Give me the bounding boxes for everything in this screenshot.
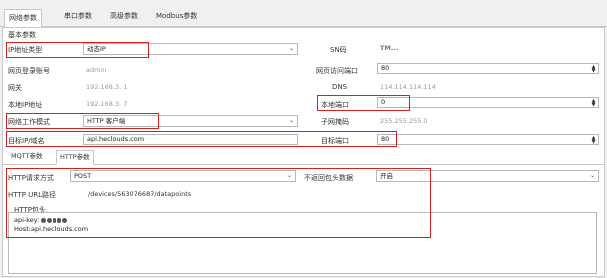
target-label: 目标IP/域名 bbox=[8, 137, 45, 145]
header-line-1: api-key: bbox=[14, 216, 40, 224]
chevron-down-icon: ⌄ bbox=[288, 117, 294, 124]
no-header-label: 不返回包头数据 bbox=[304, 174, 353, 182]
local-port-input[interactable]: 0 ▲ ▼ bbox=[377, 97, 599, 108]
target-port-value: 80 bbox=[381, 135, 390, 143]
subtab-bar: MQTT参数 HTTP参数 bbox=[2, 150, 605, 165]
tab-modbus[interactable]: Modbus参数 bbox=[152, 8, 201, 25]
redacted-mark bbox=[57, 217, 62, 223]
tab-mqtt[interactable]: MQTT参数 bbox=[8, 150, 46, 163]
subnet-label: 子网掩码 bbox=[321, 118, 349, 126]
redacted-mark bbox=[62, 217, 68, 223]
ip-type-select[interactable]: 动态IP ⌄ bbox=[83, 43, 298, 55]
group-title: 基本参数 bbox=[8, 31, 36, 39]
web-port-value: 80 bbox=[381, 64, 390, 72]
no-header-value: 开启 bbox=[380, 172, 393, 180]
gateway-value: 192.168.3. 1 bbox=[86, 83, 128, 91]
tab-advanced[interactable]: 高级参数 bbox=[106, 8, 142, 25]
chevron-down-icon: ⌄ bbox=[288, 45, 294, 52]
login-label: 网页登录账号 bbox=[8, 67, 50, 75]
redacted-mark bbox=[53, 217, 57, 223]
ip-type-label: IP地址类型 bbox=[8, 46, 43, 54]
web-port-label: 网页访问端口 bbox=[316, 67, 358, 75]
local-port-value: 0 bbox=[381, 98, 386, 106]
tab-bar: 网络参数 串口参数 高级参数 Modbus参数 bbox=[0, 8, 607, 28]
tab-serial[interactable]: 串口参数 bbox=[60, 8, 96, 25]
chevron-down-icon: ⌄ bbox=[286, 172, 292, 179]
dns-value: 114.114.114.114 bbox=[380, 83, 436, 91]
http-method-select[interactable]: POST ⌄ bbox=[70, 170, 296, 182]
web-port-input[interactable]: 80 ▲ ▼ bbox=[377, 63, 599, 74]
work-mode-select[interactable]: HTTP 客户端 ⌄ bbox=[83, 115, 298, 127]
sn-value: TM... bbox=[380, 44, 399, 52]
spinner-icon[interactable]: ▲ ▼ bbox=[591, 136, 596, 145]
local-port-label: 本地端口 bbox=[321, 101, 349, 109]
spinner-icon[interactable]: ▲ ▼ bbox=[591, 99, 596, 108]
http-url-label: HTTP URL路径 bbox=[8, 191, 57, 199]
no-header-select[interactable]: 开启 ⌄ bbox=[376, 170, 599, 182]
work-mode-label: 网络工作模式 bbox=[8, 118, 50, 126]
tab-http[interactable]: HTTP参数 bbox=[56, 150, 94, 165]
target-port-label: 目标端口 bbox=[321, 137, 349, 145]
redacted-mark bbox=[47, 217, 53, 223]
target-port-input[interactable]: 80 ▲ ▼ bbox=[377, 134, 599, 145]
spinner-icon[interactable]: ▲ ▼ bbox=[591, 65, 596, 74]
redacted-mark bbox=[41, 217, 47, 223]
chevron-down-icon: ⌄ bbox=[589, 172, 595, 179]
http-url-input[interactable]: /devices/563076687/datapoints bbox=[88, 190, 191, 198]
work-mode-value: HTTP 客户端 bbox=[87, 117, 126, 125]
target-input[interactable]: api.heclouds.com bbox=[83, 134, 298, 145]
sn-label: SN码 bbox=[330, 46, 347, 54]
local-ip-value: 192.168.3. 7 bbox=[86, 100, 128, 108]
tab-network[interactable]: 网络参数 bbox=[4, 9, 42, 28]
local-ip-label: 本地IP地址 bbox=[8, 101, 43, 109]
header-line-2: Host:api.heclouds.com bbox=[14, 225, 89, 233]
ip-type-value: 动态IP bbox=[87, 45, 106, 53]
gateway-label: 网关 bbox=[8, 84, 22, 92]
subnet-value: 255.255.255.0 bbox=[380, 117, 428, 125]
http-method-value: POST bbox=[74, 172, 92, 180]
http-header-textarea[interactable] bbox=[8, 212, 597, 274]
login-value: admin bbox=[86, 66, 107, 74]
dns-label: DNS bbox=[332, 83, 348, 91]
http-header-content: api-key: Host:api.heclouds.com bbox=[14, 216, 88, 234]
http-method-label: HTTP请求方式 bbox=[8, 174, 54, 182]
